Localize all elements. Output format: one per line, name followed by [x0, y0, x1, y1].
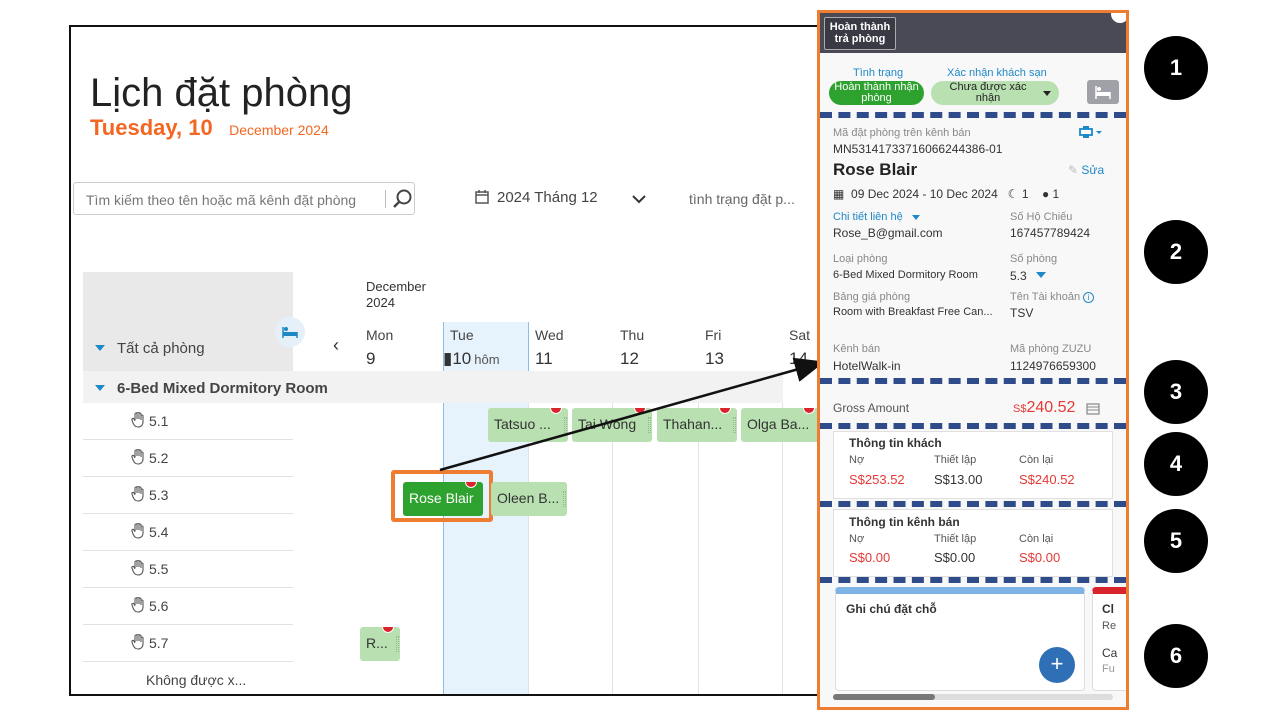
add-note-button[interactable]: + — [1039, 647, 1075, 683]
channel-debt-label: Nợ — [849, 533, 865, 545]
channel-label: Kênh bán — [833, 343, 881, 355]
room-no[interactable]: 5.3 — [1010, 269, 1047, 283]
guest-remaining-label: Còn lại — [1019, 454, 1054, 466]
person-icon: ● — [1041, 187, 1050, 201]
bed-icon[interactable] — [1087, 80, 1119, 104]
callout-6: 6 — [1144, 624, 1208, 688]
callout-2: 2 — [1144, 220, 1208, 284]
channel-remaining: S$0.00 — [1019, 550, 1061, 565]
gross-label: Gross Amount — [833, 401, 910, 415]
guest-info-title: Thông tin khách — [849, 436, 942, 450]
account: TSV — [1010, 306, 1034, 320]
stay-info: ▦ 09 Dec 2024 - 10 Dec 2024 ☾ 1 ● 1 — [833, 187, 1060, 201]
info-icon[interactable]: i — [1083, 292, 1095, 303]
status-label: Tình trạng — [853, 67, 904, 79]
email: Rose_B@gmail.com — [833, 226, 943, 240]
hotel-confirm-dropdown[interactable]: Chưa được xác nhận — [931, 81, 1059, 105]
passport-label: Số Hộ Chiếu — [1010, 211, 1073, 223]
account-label: Tên Tài khoản i — [1010, 291, 1095, 303]
zuzu-label: Mã phòng ZUZU — [1010, 343, 1092, 355]
callout-1: 1 — [1144, 36, 1208, 100]
zuzu-code: 1124976659300 — [1010, 359, 1096, 373]
contact-label[interactable]: Chi tiết liên hệ — [833, 211, 920, 223]
callout-5: 5 — [1144, 509, 1208, 573]
room-no-label: Số phòng — [1010, 253, 1058, 265]
hotel-confirm-label: Xác nhận khách sạn — [947, 67, 1047, 79]
guest-setup: S$13.00 — [934, 472, 983, 487]
channel: HotelWalk-in — [833, 359, 901, 373]
calendar-icon: ▦ — [833, 187, 845, 201]
callout-4: 4 — [1144, 432, 1208, 496]
complete-checkout-button[interactable]: Hoàn thành trả phòng — [824, 17, 896, 50]
callout-3: 3 — [1144, 360, 1208, 424]
channel-code-label: Mã đặt phòng trên kênh bán — [833, 127, 971, 139]
channel-setup-label: Thiết lập — [934, 533, 977, 545]
close-icon[interactable] — [1111, 13, 1126, 23]
guest-setup-label: Thiết lập — [934, 454, 977, 466]
channel-setup: S$0.00 — [934, 550, 976, 565]
room-type: 6-Bed Mixed Dormitory Room — [833, 269, 978, 281]
calculator-icon[interactable] — [1086, 402, 1100, 420]
gross-amount: S$240.52 — [1013, 399, 1076, 416]
channel-info-title: Thông tin kênh bán — [849, 515, 960, 529]
guest-debt-label: Nợ — [849, 454, 865, 466]
caret-down-icon — [1036, 272, 1047, 278]
guest-remaining: S$240.52 — [1019, 472, 1075, 487]
passport: 167457789424 — [1010, 226, 1091, 240]
status-pill[interactable]: Hoàn thành nhận phòng — [829, 81, 924, 105]
caret-down-icon — [1043, 91, 1051, 96]
booking-note-title: Ghi chú đặt chỗ — [846, 602, 937, 616]
rate-label: Bảng giá phòng — [833, 291, 911, 303]
room-type-label: Loại phòng — [833, 253, 888, 265]
horizontal-scrollbar[interactable] — [833, 694, 1113, 700]
booking-detail-panel: Hoàn thành trả phòng Tình trạng Hoàn thà… — [817, 10, 1129, 710]
moon-icon: ☾ — [1007, 187, 1019, 201]
guest-debt: S$253.52 — [849, 472, 905, 487]
channel-remaining-label: Còn lại — [1019, 533, 1054, 545]
channel-code: MN53141733716066244386-01 — [833, 142, 1003, 156]
pencil-icon: ✎ — [1068, 163, 1079, 177]
channel-debt: S$0.00 — [849, 550, 891, 565]
guest-name: Rose Blair — [833, 160, 918, 179]
print-icon[interactable] — [1078, 125, 1104, 144]
edit-button[interactable]: ✎ Sửa — [1068, 163, 1104, 177]
rate: Room with Breakfast Free Can... — [833, 306, 993, 318]
caret-down-icon — [911, 215, 920, 220]
